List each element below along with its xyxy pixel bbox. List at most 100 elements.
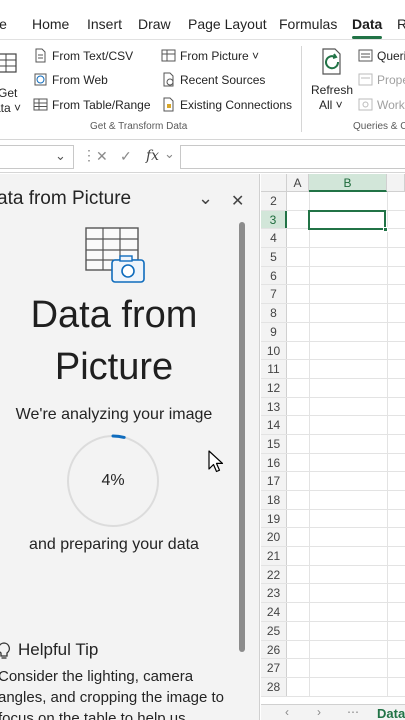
pane-scrollbar[interactable] (239, 222, 245, 652)
column-gridline (387, 210, 388, 229)
refresh-all-button[interactable]: Refresh All ˅ (309, 46, 353, 114)
column-gridline (309, 565, 310, 584)
row-header[interactable]: 6 (261, 266, 287, 285)
row-header[interactable]: 23 (261, 584, 287, 603)
formula-input[interactable] (180, 145, 405, 169)
row-header[interactable]: 22 (261, 565, 287, 584)
fill-handle[interactable] (383, 227, 388, 232)
chevron-down-icon: ⌄ (55, 148, 66, 163)
row-header[interactable]: 25 (261, 621, 287, 640)
select-all-corner[interactable] (261, 174, 287, 192)
row-header[interactable]: 27 (261, 659, 287, 677)
tab-data[interactable]: Data (352, 16, 382, 32)
column-header-c[interactable] (387, 174, 405, 192)
column-gridline (387, 341, 388, 360)
from-web-button[interactable]: From Web (33, 72, 108, 87)
pane-title: ata from Picture (0, 188, 132, 209)
grid-row: 21 (261, 547, 405, 566)
row-header[interactable]: 5 (261, 248, 287, 266)
row-header[interactable]: 2 (261, 192, 287, 210)
column-gridline (387, 603, 388, 621)
from-text-csv-button[interactable]: From Text/CSV (33, 48, 133, 63)
from-table-range-button[interactable]: From Table/Range (33, 97, 151, 112)
refresh-all-line2: All ˅ (319, 98, 343, 112)
name-box[interactable]: ⌄ (0, 145, 74, 169)
web-icon (34, 73, 47, 86)
cancel-icon[interactable]: ✕ (96, 148, 108, 165)
existing-connections-label: Existing Connections (180, 97, 293, 112)
grid-row: 19 (261, 509, 405, 529)
row-header[interactable]: 17 (261, 472, 287, 490)
grid-row: 22 (261, 565, 405, 585)
enter-icon[interactable]: ✓ (120, 148, 132, 165)
row-header[interactable]: 9 (261, 322, 287, 341)
column-gridline (387, 453, 388, 472)
row-header[interactable]: 11 (261, 360, 287, 378)
column-gridline (309, 584, 310, 603)
tab-formulas[interactable]: Formulas (279, 16, 337, 32)
insert-function-icon[interactable]: fx (146, 148, 159, 164)
row-header[interactable]: 20 (261, 528, 287, 547)
column-gridline (387, 192, 388, 210)
fx-chevron-icon[interactable]: ⌄ (164, 146, 175, 162)
row-header[interactable]: 21 (261, 547, 287, 565)
active-cell-b3[interactable] (308, 210, 388, 232)
row-header[interactable]: 16 (261, 453, 287, 472)
tip-title: Helpful Tip (18, 640, 99, 659)
row-header[interactable]: 15 (261, 434, 287, 453)
tab-review[interactable]: R (397, 16, 405, 32)
column-gridline (309, 677, 310, 696)
column-gridline (387, 360, 388, 378)
column-gridline (309, 621, 310, 640)
tab-draw[interactable]: Draw (138, 16, 171, 32)
grid-row: 15 (261, 434, 405, 454)
column-gridline (309, 603, 310, 621)
row-header[interactable]: 7 (261, 285, 287, 304)
tip-body: Consider the lighting, camera angles, an… (0, 668, 224, 720)
tab-home[interactable]: Home (32, 16, 69, 32)
row-header[interactable]: 3 (261, 210, 287, 229)
row-header[interactable]: 24 (261, 603, 287, 621)
row-header[interactable]: 8 (261, 304, 287, 322)
spreadsheet-grid[interactable]: A B 2 3 4 5 6 7 8 9 10 11 12 13 14 15 16 17 18 19 20 21 22 23… (261, 174, 405, 720)
row-header[interactable]: 26 (261, 640, 287, 659)
row-header[interactable]: 12 (261, 378, 287, 397)
column-gridline (387, 584, 388, 603)
tab-file[interactable]: le (0, 16, 7, 32)
sheet-tab-data[interactable]: Data (377, 706, 405, 720)
tab-page-layout[interactable]: Page Layout (188, 16, 267, 32)
row-header[interactable]: 14 (261, 416, 287, 434)
sheet-next-icon[interactable]: › (317, 705, 321, 719)
row-header[interactable]: 13 (261, 397, 287, 416)
from-picture-button[interactable]: From Picture ˅ (161, 48, 259, 63)
close-icon[interactable]: ✕ (231, 191, 244, 211)
row-header[interactable]: 10 (261, 341, 287, 360)
get-transform-group-label: Get & Transform Data (90, 121, 188, 132)
sheet-more-icon[interactable]: ⋯ (347, 705, 359, 719)
tab-insert[interactable]: Insert (87, 16, 122, 32)
column-gridline (309, 640, 310, 659)
column-gridline (387, 491, 388, 509)
get-data-button[interactable]: Get ata ˅ (0, 46, 24, 115)
formula-bar: ⌄ ⋮ ✕ ✓ fx ⌄ (0, 141, 405, 173)
row-header[interactable]: 4 (261, 229, 287, 248)
workbook-links-button[interactable]: Work (358, 97, 405, 112)
recent-sources-button[interactable]: Recent Sources (161, 72, 265, 87)
column-gridline (387, 397, 388, 416)
more-options-icon[interactable]: ⋮ (82, 147, 96, 164)
row-header[interactable]: 18 (261, 491, 287, 509)
sheet-prev-icon[interactable]: ‹ (285, 705, 289, 719)
column-header-b[interactable]: B (309, 174, 387, 192)
properties-button[interactable]: Prope (358, 72, 405, 87)
row-header[interactable]: 19 (261, 509, 287, 528)
refresh-icon (322, 48, 341, 75)
column-header-a[interactable]: A (287, 174, 309, 192)
queries-button[interactable]: Queri (358, 48, 405, 63)
column-gridline (309, 509, 310, 528)
preparing-text: and preparing your data (29, 536, 199, 553)
row-header[interactable]: 28 (261, 677, 287, 696)
existing-connections-button[interactable]: Existing Connections (161, 97, 292, 112)
column-gridline (387, 229, 388, 248)
column-gridline (387, 509, 388, 528)
pane-options-chevron-icon[interactable]: ⌄ (198, 188, 213, 209)
